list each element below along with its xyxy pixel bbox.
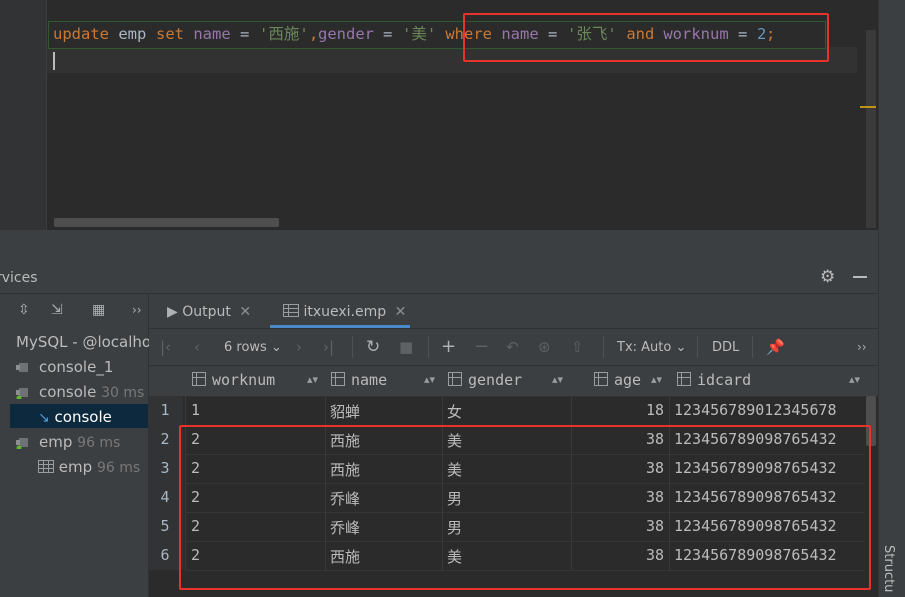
row-number[interactable]: 2	[150, 430, 180, 448]
sql-token: update	[53, 25, 109, 43]
sql-token: =	[240, 25, 259, 43]
refresh-icon[interactable]: ↻	[366, 338, 380, 356]
tree-item-mysql[interactable]: MySQL - @localho	[16, 333, 151, 351]
text-caret	[53, 52, 55, 70]
column-header-name[interactable]: name	[331, 371, 387, 389]
column-icon	[331, 372, 345, 386]
output-icon: ▶	[167, 304, 178, 320]
preview-changes-icon[interactable]: ⊛	[538, 338, 551, 356]
tab-output[interactable]: ▶ Output ✕	[167, 304, 251, 320]
add-row-icon[interactable]: +	[441, 338, 456, 356]
table-icon	[38, 460, 54, 473]
transaction-mode-selector[interactable]: Tx: Auto ⌄	[617, 340, 686, 355]
column-header-worknum[interactable]: worknum	[192, 371, 275, 389]
column-icon	[448, 372, 462, 386]
row-number-column	[149, 396, 183, 570]
more-icon[interactable]: ››	[857, 338, 867, 356]
gear-icon[interactable]: ⚙	[820, 268, 838, 286]
row-number[interactable]: 6	[150, 546, 180, 564]
tree-item-console-1[interactable]: console_1	[16, 358, 113, 376]
close-icon[interactable]: ✕	[395, 304, 407, 320]
column-icon	[677, 372, 691, 386]
previous-page-icon[interactable]: ‹	[194, 338, 200, 356]
sort-icon[interactable]: ▴▾	[651, 373, 662, 386]
cell-name[interactable]: 貂蝉	[330, 401, 360, 422]
last-page-icon[interactable]: ›|	[323, 338, 334, 356]
toolbar-separator	[428, 336, 429, 358]
sql-token: =	[383, 25, 402, 43]
close-icon[interactable]: ✕	[239, 304, 251, 320]
sql-token: set	[156, 25, 184, 43]
sort-icon[interactable]: ▴▾	[552, 373, 563, 386]
collapse-all-icon[interactable]: ⇲	[51, 302, 63, 318]
sort-icon[interactable]: ▴▾	[424, 373, 435, 386]
sort-icon[interactable]: ▴▾	[849, 373, 860, 386]
sql-token: gender	[318, 25, 384, 43]
cell-idcard[interactable]: 123456789012345678	[674, 401, 837, 419]
column-header-idcard[interactable]: idcard	[677, 371, 751, 389]
annotation-box-where-clause	[463, 13, 829, 62]
sql-file-icon: ↘	[38, 410, 50, 426]
tree-item-emp-service[interactable]: emp 96 ms	[16, 433, 120, 451]
services-panel-header	[0, 263, 878, 294]
tab-itxuexi-emp[interactable]: itxuexi.emp ✕	[283, 304, 406, 320]
services-title: rvices	[0, 270, 38, 286]
toolbar-separator	[752, 336, 753, 358]
pin-icon[interactable]: 📌	[766, 338, 785, 356]
first-page-icon[interactable]: |‹	[160, 338, 171, 356]
sql-token: emp	[109, 25, 156, 43]
cell-worknum[interactable]: 1	[191, 401, 200, 419]
sort-icon[interactable]: ▴▾	[307, 373, 318, 386]
toolbar-separator	[603, 336, 604, 358]
console-active-icon	[16, 388, 28, 399]
column-icon	[192, 372, 206, 386]
console-active-icon	[16, 438, 28, 449]
revert-icon[interactable]: ↶	[506, 338, 519, 356]
panel-divider	[0, 230, 878, 263]
minimize-icon[interactable]	[853, 276, 867, 278]
row-number[interactable]: 4	[150, 488, 180, 506]
rows-selector[interactable]: 6 rows ⌄	[224, 340, 282, 355]
editor-vertical-scrollbar[interactable]	[866, 30, 876, 228]
tree-item-emp-table[interactable]: emp 96 ms	[38, 458, 140, 476]
row-number[interactable]: 3	[150, 459, 180, 477]
column-header-age[interactable]: age	[594, 371, 641, 389]
sql-token: ,	[309, 25, 319, 43]
group-by-icon[interactable]: ▦	[92, 302, 105, 318]
delete-row-icon[interactable]: −	[474, 338, 489, 356]
console-icon	[16, 363, 28, 372]
ddl-button[interactable]: DDL	[712, 340, 739, 355]
toolbar-separator	[352, 336, 353, 358]
right-tool-strip	[878, 0, 905, 597]
stop-icon[interactable]: ■	[399, 338, 413, 356]
structure-tool-tab[interactable]: Structu	[881, 545, 896, 592]
toolbar-separator	[697, 336, 698, 358]
error-stripe-marker[interactable]	[860, 106, 876, 108]
tree-item-console[interactable]: console 30 ms	[16, 383, 144, 401]
column-icon	[594, 372, 608, 386]
next-page-icon[interactable]: ›	[296, 338, 302, 356]
editor-gutter	[0, 0, 47, 230]
expand-all-icon[interactable]: ⇳	[18, 302, 30, 318]
annotation-box-updated-rows	[179, 425, 871, 590]
table-icon	[283, 304, 299, 317]
result-tabs-bar	[149, 294, 878, 329]
tree-item-console-session[interactable]: ↘ console	[38, 408, 112, 426]
more-icon[interactable]: ››	[132, 302, 142, 318]
editor-horizontal-scrollbar[interactable]	[54, 218, 279, 227]
sql-token: '西施'	[259, 25, 309, 43]
active-tab-indicator	[270, 325, 410, 328]
submit-icon[interactable]: ⇧	[571, 338, 584, 356]
cell-age[interactable]: 18	[572, 401, 664, 419]
sql-token: name	[184, 25, 240, 43]
row-number[interactable]: 1	[150, 401, 180, 419]
cell-gender[interactable]: 女	[447, 401, 462, 422]
column-header-gender[interactable]: gender	[448, 371, 522, 389]
row-number[interactable]: 5	[150, 517, 180, 535]
sql-token: '美'	[402, 25, 437, 43]
